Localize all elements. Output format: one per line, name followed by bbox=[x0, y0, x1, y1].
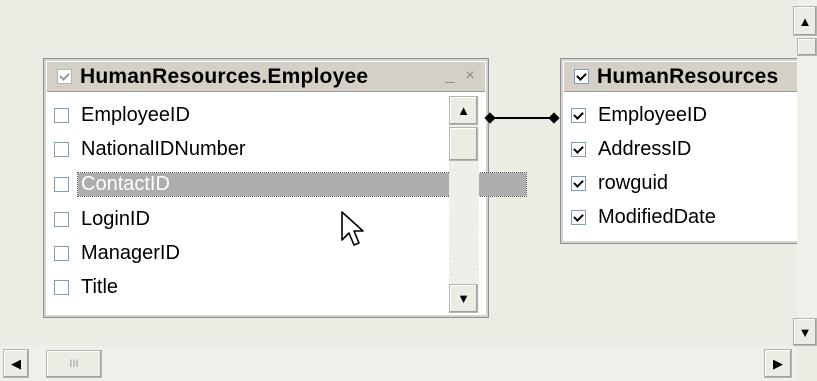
canvas-horizontal-scrollbar[interactable]: ◀ III ▶ bbox=[0, 346, 797, 381]
column-checkbox[interactable] bbox=[571, 176, 586, 191]
column-row-managerid[interactable]: ManagerID bbox=[49, 238, 180, 269]
column-label: EmployeeID bbox=[81, 104, 190, 126]
scroll-up-icon[interactable]: ▲ bbox=[793, 6, 817, 36]
canvas-vertical-scrollbar[interactable]: ▲ ▼ bbox=[793, 0, 817, 346]
column-row-employeeid[interactable]: EmployeeID bbox=[566, 100, 707, 131]
table-address-select-checkbox[interactable] bbox=[574, 69, 589, 84]
table-employee-title-bar[interactable]: HumanResources.Employee _ × bbox=[47, 62, 485, 92]
table-employee-address[interactable]: HumanResources EmployeeID AddressID rowg… bbox=[560, 58, 814, 244]
minimize-icon[interactable]: _ bbox=[441, 68, 459, 86]
scroll-thumb[interactable] bbox=[797, 38, 817, 56]
table-address-title: HumanResources bbox=[597, 64, 779, 88]
column-checkbox[interactable] bbox=[571, 210, 586, 225]
column-checkbox[interactable] bbox=[54, 142, 69, 157]
column-label: Title bbox=[81, 276, 119, 298]
table-employee-title: HumanResources.Employee bbox=[80, 64, 369, 88]
table-employee[interactable]: HumanResources.Employee _ × EmployeeID N… bbox=[43, 58, 527, 318]
scroll-down-icon[interactable]: ▼ bbox=[449, 284, 478, 313]
scroll-up-icon[interactable]: ▲ bbox=[449, 96, 478, 125]
column-label: EmployeeID bbox=[598, 104, 707, 126]
scroll-right-icon[interactable]: ▶ bbox=[764, 349, 792, 378]
column-checkbox[interactable] bbox=[54, 280, 69, 295]
column-checkbox[interactable] bbox=[54, 212, 69, 227]
column-row-employeeid[interactable]: EmployeeID bbox=[49, 100, 190, 131]
relationship-end-marker bbox=[548, 112, 560, 124]
column-label: AddressID bbox=[598, 138, 692, 160]
scrollbar-corner bbox=[797, 346, 817, 381]
column-checkbox[interactable] bbox=[571, 108, 586, 123]
scroll-down-icon[interactable]: ▼ bbox=[793, 318, 817, 346]
column-label: rowguid bbox=[598, 172, 669, 194]
relationship-line[interactable] bbox=[490, 117, 554, 119]
column-row-loginid[interactable]: LoginID bbox=[49, 204, 150, 235]
column-checkbox[interactable] bbox=[54, 246, 69, 261]
diagram-canvas: HumanResources.Employee _ × EmployeeID N… bbox=[0, 0, 814, 346]
column-label: LoginID bbox=[81, 208, 150, 230]
scroll-left-icon[interactable]: ◀ bbox=[3, 349, 29, 378]
column-row-nationalidnumber[interactable]: NationalIDNumber bbox=[49, 134, 246, 165]
column-row-addressid[interactable]: AddressID bbox=[566, 134, 691, 165]
scroll-thumb[interactable] bbox=[449, 127, 478, 161]
table-employee-select-checkbox[interactable] bbox=[57, 69, 72, 84]
table-employee-scrollbar[interactable]: ▲ ▼ bbox=[449, 96, 479, 313]
column-row-title[interactable]: Title bbox=[49, 272, 118, 303]
mouse-cursor-icon bbox=[341, 211, 364, 246]
column-label: ModifiedDate bbox=[598, 206, 716, 228]
column-row-rowguid[interactable]: rowguid bbox=[566, 168, 668, 199]
scroll-thumb[interactable]: III bbox=[46, 350, 102, 378]
column-checkbox[interactable] bbox=[54, 177, 69, 192]
close-icon[interactable]: × bbox=[461, 68, 479, 86]
column-checkbox[interactable] bbox=[571, 142, 586, 157]
column-checkbox[interactable] bbox=[54, 108, 69, 123]
column-label: ManagerID bbox=[81, 242, 180, 264]
table-address-title-bar[interactable]: HumanResources bbox=[564, 62, 814, 92]
column-label: NationalIDNumber bbox=[81, 138, 246, 160]
column-row-modifieddate[interactable]: ModifiedDate bbox=[566, 202, 716, 233]
